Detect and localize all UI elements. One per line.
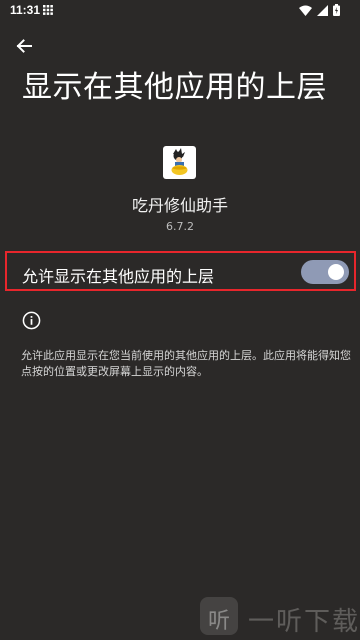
status-time: 11:31 xyxy=(10,3,41,17)
grid-notification-icon xyxy=(43,5,53,15)
status-icons xyxy=(299,4,340,16)
overlay-permission-switch[interactable] xyxy=(301,260,349,284)
watermark-logo: 听 xyxy=(200,597,238,635)
info-icon xyxy=(22,311,41,330)
permission-description: 允许此应用显示在您当前使用的其他应用的上层。此应用将能得知您点按的位置或更改屏幕… xyxy=(21,349,351,378)
signal-icon xyxy=(317,4,328,16)
back-button[interactable] xyxy=(10,32,38,60)
battery-icon xyxy=(333,4,340,16)
watermark-text: 一听下载 xyxy=(248,607,360,637)
watermark-logo-char: 听 xyxy=(207,609,230,634)
wifi-icon xyxy=(299,5,312,16)
app-character-art xyxy=(171,148,188,175)
page-title: 显示在其他应用的上层 xyxy=(22,70,327,105)
app-name: 吃丹修仙助手 xyxy=(131,196,228,215)
app-character-icon xyxy=(163,146,196,179)
status-bar: 11:31 xyxy=(0,0,360,22)
arrow-left-icon xyxy=(16,39,32,53)
permission-toggle-row[interactable]: 允许显示在其他应用的上层 xyxy=(5,251,356,291)
permission-label: 允许显示在其他应用的上层 xyxy=(22,267,215,286)
switch-thumb xyxy=(328,264,344,280)
watermark: 听 一听下载 xyxy=(200,597,360,640)
app-version: 6.7.2 xyxy=(166,220,194,233)
